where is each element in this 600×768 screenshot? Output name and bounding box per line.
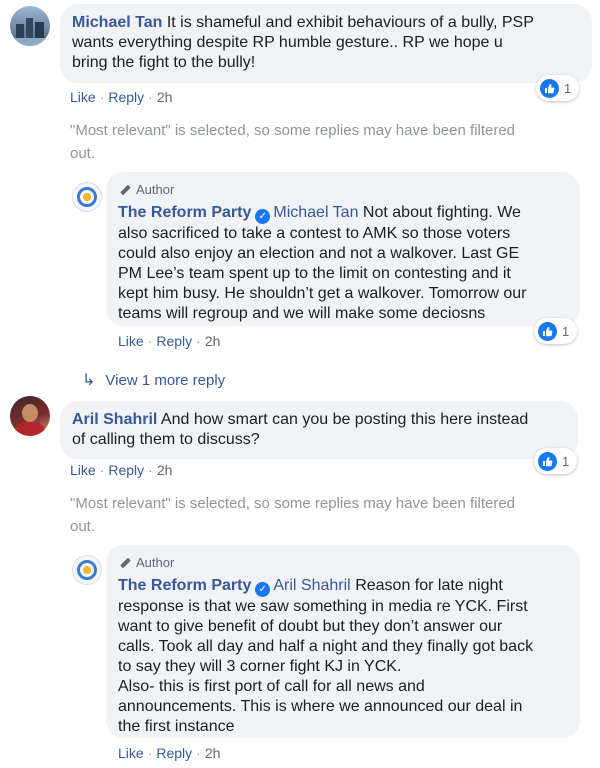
reply-actions: Like · Reply · 2h [118,333,220,349]
reply-text: kept him busy. He shouldn’t get a walkov… [118,285,527,302]
reply-bubble-reform-party: Author The Reform Party ✓ Aril Shahril Rea… [106,545,580,738]
comment-author[interactable]: Michael Tan [72,14,162,31]
reply-text: to say they will 3 corner fight KJ in YC… [118,658,402,675]
reply-author[interactable]: The Reform Party [118,204,251,221]
reply-text: want to give benefit of doubt but they d… [118,618,503,635]
filter-notice: "Most relevant" is selected, so some rep… [70,119,515,165]
like-link[interactable]: Like [70,89,96,105]
reply-link[interactable]: Reply [108,89,144,105]
reaction-count: 1 [564,80,572,96]
avatar-shape [22,404,38,422]
author-badge: Author [118,180,568,200]
reply-text: calls. Took all day and half a night and… [118,638,534,655]
comment-author[interactable]: Aril Shahril [72,411,157,428]
like-link[interactable]: Like [118,333,144,349]
reply-bubble-reform-party: Author The Reform Party ✓ Michael Tan Not … [106,172,580,326]
filter-notice-text: out. [70,518,96,535]
avatar-shape [15,422,45,436]
comment-bubble-michael-tan: Michael Tan It is shameful and exhibit b… [60,4,592,83]
filter-notice-text: "Most relevant" is selected, so some rep… [70,122,516,139]
avatar-shape [26,18,33,40]
avatar-aril-shahril[interactable] [10,396,50,436]
reaction-count-badge[interactable]: 1 [534,448,578,474]
pencil-icon [118,183,132,197]
reply-actions: Like · Reply · 2h [118,745,220,761]
view-more-replies[interactable]: ↳ View 1 more reply [82,370,225,390]
reaction-count-badge[interactable]: 1 [536,75,580,101]
avatar-shape [83,566,91,574]
comment-text: bring the fight to the bully! [72,54,256,71]
avatar-shape [83,193,91,201]
comment-bubble-aril-shahril: Aril Shahril And how smart can you be po… [60,401,578,459]
avatar-reform-party[interactable] [72,182,102,212]
reply-text: PM Lee’s team spent up to the limit on c… [118,265,511,282]
thumbs-up-icon [540,78,559,98]
view-more-label[interactable]: View 1 more reply [105,372,225,389]
separator: · [99,462,105,478]
reply-text: the first instance [118,718,235,735]
like-link[interactable]: Like [118,745,144,761]
reaction-count-badge[interactable]: 1 [534,318,578,344]
separator: · [196,745,201,761]
avatar-reform-party[interactable] [72,555,102,585]
mention-tag[interactable]: Michael Tan [273,204,358,221]
comment-actions: Like · Reply · 2h [70,89,172,105]
separator: · [99,89,105,105]
separator: · [147,745,153,761]
pencil-icon [118,556,132,570]
timestamp[interactable]: 2h [157,89,173,105]
mention-tag[interactable]: Aril Shahril [273,577,350,594]
verified-badge-icon: ✓ [255,582,271,597]
reply-arrow-icon: ↳ [82,372,96,389]
comment-text: wants everything despite RP humble gestu… [72,34,503,51]
reaction-count: 1 [562,323,570,339]
reply-text: could also enjoy an election and not a w… [118,245,520,262]
author-badge: Author [118,553,568,573]
separator: · [147,333,153,349]
timestamp[interactable]: 2h [157,462,173,478]
reply-text: Also- this is first port of call for all… [118,678,425,695]
reply-author[interactable]: The Reform Party [118,577,251,594]
comment-text: It is shameful and exhibit behaviours of… [166,14,534,31]
separator: · [148,462,153,478]
separator: · [196,333,201,349]
comment-text: And how smart can you be posting this he… [160,411,529,428]
reply-link[interactable]: Reply [108,462,144,478]
reply-text: Reason for late night [355,577,503,594]
avatar-michael-tan[interactable] [10,6,50,46]
filter-notice-text: "Most relevant" is selected, so some rep… [70,495,516,512]
separator: · [148,89,153,105]
reply-text: teams will regroup and we will make some… [118,305,486,322]
author-badge-label: Author [136,555,175,570]
author-badge-label: Author [136,182,175,197]
timestamp[interactable]: 2h [205,745,221,761]
reply-text: also sacrificed to take a contest to AMK… [118,225,511,242]
thumbs-up-icon [538,451,557,471]
reply-link[interactable]: Reply [156,333,192,349]
reply-text: response is that we saw something in med… [118,598,528,615]
reply-text: announcements. This is where we announce… [118,698,523,715]
comment-actions: Like · Reply · 2h [70,462,172,478]
reply-text: Not about fighting. We [362,204,521,221]
filter-notice-text: out. [70,145,96,162]
thumbs-up-icon [538,321,557,341]
reply-link[interactable]: Reply [156,745,192,761]
reaction-count: 1 [562,453,570,469]
comment-text: of calling them to discuss? [72,431,260,448]
filter-notice: "Most relevant" is selected, so some rep… [70,492,515,538]
verified-badge-icon: ✓ [255,209,271,224]
like-link[interactable]: Like [70,462,96,478]
timestamp[interactable]: 2h [205,333,221,349]
avatar-shape [10,38,50,46]
